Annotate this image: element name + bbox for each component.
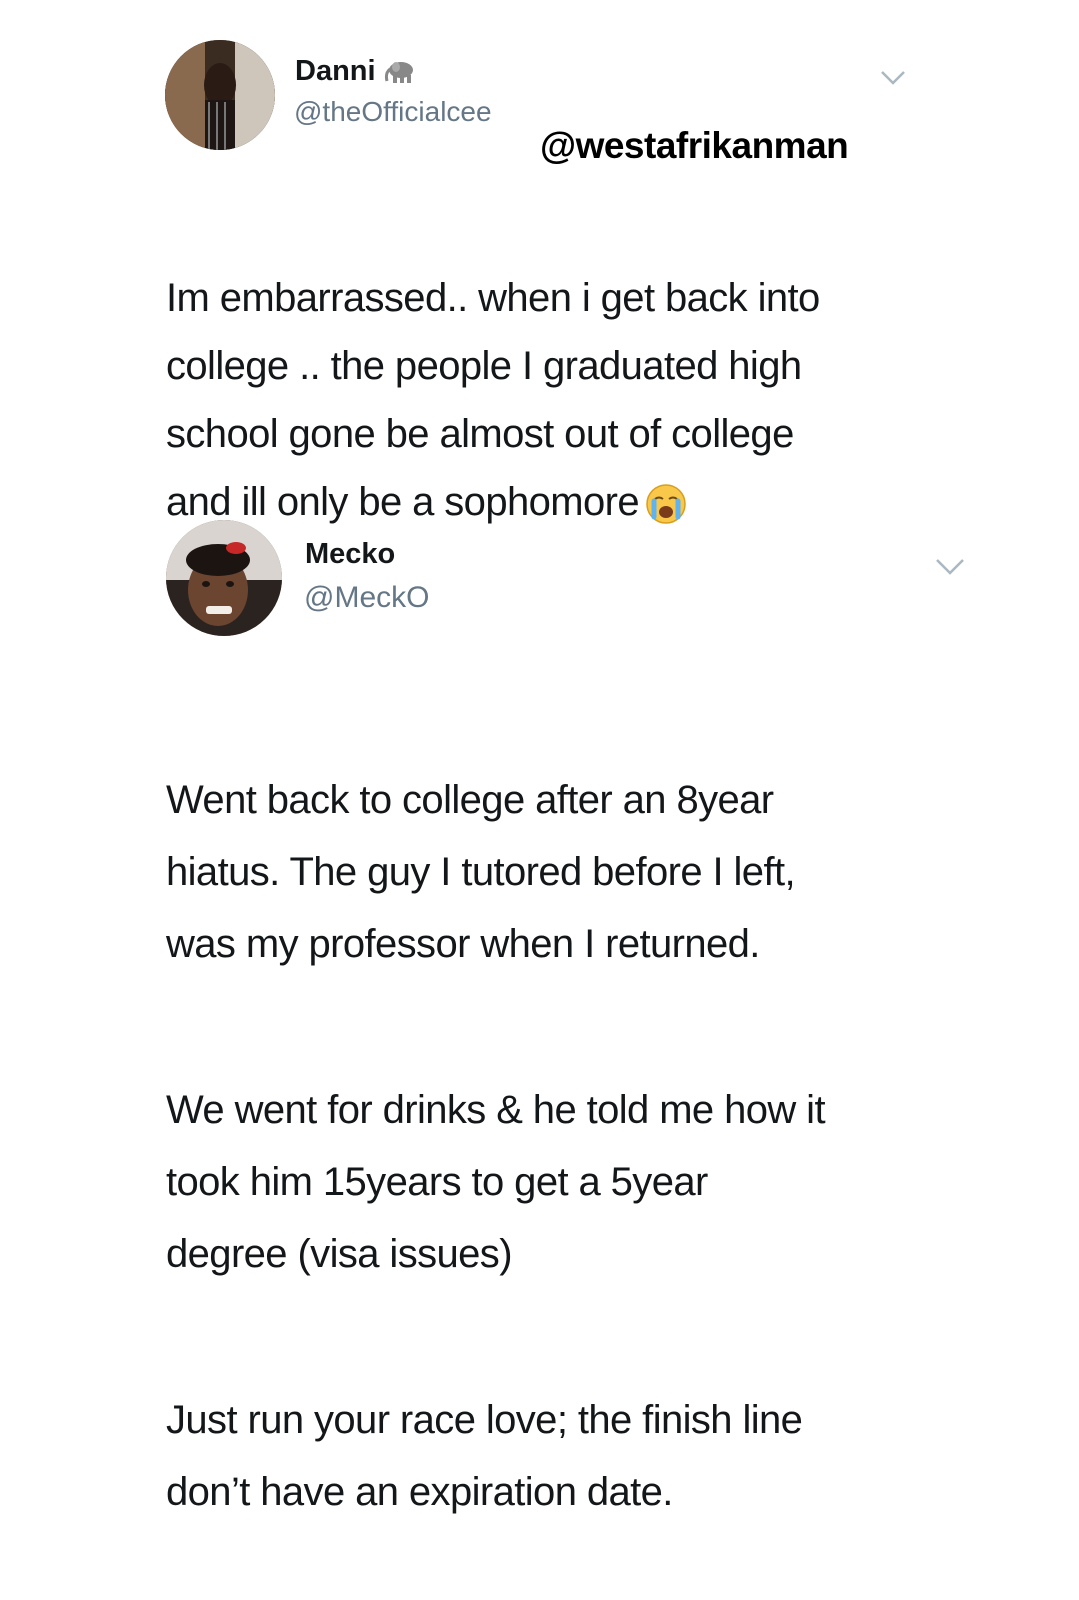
tweet-mecko: Mecko @MeckO Went back to college after …	[0, 480, 1079, 1514]
tweet-danni: Danni @theOfficialcee @westafrikanman Im…	[0, 0, 1079, 525]
mention-overlay: @westafrikanman	[540, 125, 849, 166]
chevron-down-icon[interactable]	[935, 558, 965, 576]
author-handle[interactable]: @MeckO	[304, 581, 429, 615]
chevron-down-icon[interactable]	[880, 70, 906, 86]
author-name-text: Danni	[295, 55, 376, 87]
author-name[interactable]: Danni	[295, 55, 418, 88]
elephant-icon	[384, 62, 413, 84]
author-name[interactable]: Mecko	[305, 538, 395, 571]
avatar[interactable]	[166, 520, 282, 636]
profile-photo	[165, 40, 275, 150]
tweet-paragraph: Just run your race love; the finish line…	[166, 1398, 803, 1514]
tweet-paragraph: We went for drinks & he told me how it t…	[166, 1088, 826, 1276]
avatar[interactable]	[165, 40, 275, 150]
profile-photo	[166, 520, 282, 636]
tweet-text: Went back to college after an 8year hiat…	[166, 692, 986, 1600]
tweet-paragraph: Went back to college after an 8year hiat…	[166, 778, 796, 966]
author-handle[interactable]: @theOfficialcee	[294, 96, 492, 128]
